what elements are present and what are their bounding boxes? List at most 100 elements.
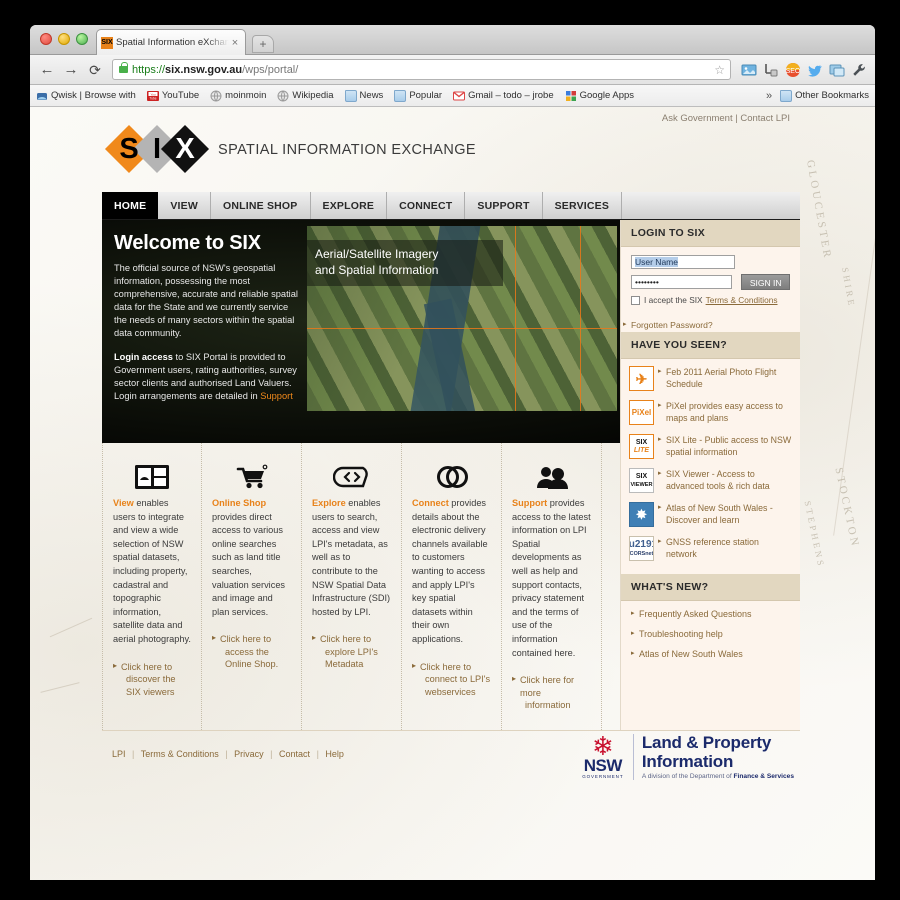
- footer-link-contact[interactable]: Contact: [279, 749, 310, 759]
- globe-icon: [277, 90, 289, 102]
- sign-in-button[interactable]: SIGN IN: [741, 274, 790, 290]
- feature-keyword[interactable]: Explore: [312, 498, 346, 508]
- list-item[interactable]: \u2191 CORSnet GNSS reference station ne…: [629, 536, 792, 561]
- feature-keyword[interactable]: Online Shop: [212, 498, 266, 508]
- close-tab-icon[interactable]: ×: [229, 37, 241, 49]
- feature-cta-link[interactable]: Click here to connect to LPI's webservic…: [412, 660, 491, 699]
- hero-caption-line-1: Aerial/Satellite Imagery: [315, 247, 439, 261]
- maximize-window-button[interactable]: [76, 33, 88, 45]
- list-item[interactable]: ✈ Feb 2011 Aerial Photo Flight Schedule: [629, 366, 792, 391]
- feature-cta-line1: Click here to: [320, 634, 372, 645]
- accept-terms-checkbox[interactable]: [631, 295, 640, 305]
- url-scheme: https://: [132, 63, 166, 76]
- feature-keyword[interactable]: Connect: [412, 498, 449, 508]
- footer-link-lpi[interactable]: LPI: [112, 749, 126, 759]
- feature-connect: Connect provides details about the elect…: [402, 443, 502, 730]
- svg-text:SEO: SEO: [786, 68, 801, 75]
- ruler-icon[interactable]: [761, 60, 781, 80]
- footer-link-help[interactable]: Help: [325, 749, 344, 759]
- new-tab-button[interactable]: +: [252, 35, 274, 53]
- footer-link-terms[interactable]: Terms & Conditions: [141, 749, 219, 759]
- support-link[interactable]: Support: [260, 391, 293, 401]
- feature-cta-link[interactable]: Click here for more information: [512, 673, 591, 712]
- bookmark-item[interactable]: Qwisk | Browse with: [36, 90, 136, 102]
- ask-government-link[interactable]: Ask Government: [662, 113, 733, 124]
- page-viewport: GLOUCESTER SHIRE STEPHENS STOCKTON S I X: [30, 107, 875, 880]
- image-icon[interactable]: [739, 60, 759, 80]
- feature-cta-line2: explore LPI's Metadata: [325, 646, 378, 670]
- bookmark-item[interactable]: Google Apps: [565, 90, 634, 102]
- pixel-logo-text: PiXel: [631, 408, 652, 417]
- nav-tab-explore[interactable]: EXPLORE: [311, 192, 388, 219]
- bookmark-star-icon[interactable]: ☆: [714, 63, 725, 77]
- feature-cta-link[interactable]: Click here to discover the SIX viewers: [113, 660, 191, 699]
- username-input[interactable]: User Name: [631, 255, 735, 269]
- feature-cta-line2: information: [525, 700, 571, 711]
- feature-view: View enables users to integrate and view…: [102, 443, 202, 730]
- feature-text: Support provides access to the latest in…: [512, 497, 591, 660]
- bookmarks-overflow-icon[interactable]: »: [766, 90, 772, 102]
- twitter-icon[interactable]: [805, 60, 825, 80]
- compass-glyph: ✸: [636, 506, 647, 522]
- hero-title: Welcome to SIX: [114, 232, 261, 254]
- screenshot-icon[interactable]: [827, 60, 847, 80]
- code-brackets-icon: [312, 457, 391, 497]
- feature-cta-link[interactable]: Click here to explore LPI's Metadata: [312, 632, 391, 671]
- nav-tab-connect[interactable]: CONNECT: [387, 192, 466, 219]
- footer-link-privacy[interactable]: Privacy: [234, 749, 264, 759]
- hero-text-block: Welcome to SIX The official source of NS…: [114, 232, 302, 403]
- google-apps-icon: [565, 90, 577, 102]
- contact-lpi-link[interactable]: Contact LPI: [740, 113, 790, 124]
- bookmarks-bar: Qwisk | Browse with You Tube YouTube moin…: [30, 85, 875, 107]
- map-label: SHIRE: [840, 266, 857, 309]
- forgotten-password-link[interactable]: Forgotten Password?: [621, 313, 800, 332]
- whats-new-item[interactable]: Atlas of New South Wales: [631, 649, 790, 659]
- bookmark-item[interactable]: moinmoin: [210, 90, 266, 102]
- feature-keyword[interactable]: Support: [512, 498, 547, 508]
- nav-tab-online-shop[interactable]: ONLINE SHOP: [211, 192, 311, 219]
- forward-icon[interactable]: →: [60, 59, 82, 81]
- minimize-window-button[interactable]: [58, 33, 70, 45]
- feature-text: View enables users to integrate and view…: [113, 497, 191, 647]
- terms-and-conditions-link[interactable]: Terms & Conditions: [706, 295, 778, 305]
- qwisk-icon: [36, 90, 48, 102]
- list-item[interactable]: ✸ Atlas of New South Wales - Discover an…: [629, 502, 792, 527]
- wrench-icon[interactable]: [849, 60, 869, 80]
- feature-keyword[interactable]: View: [113, 498, 134, 508]
- feature-cta-line1: Click here to: [220, 634, 272, 645]
- back-icon[interactable]: ←: [36, 59, 58, 81]
- other-bookmarks-folder[interactable]: Other Bookmarks: [780, 89, 869, 102]
- footer-separator: |: [225, 749, 228, 759]
- nav-tab-home[interactable]: HOME: [102, 192, 159, 219]
- footer-separator: |: [270, 749, 273, 759]
- nav-tab-support[interactable]: SUPPORT: [465, 192, 543, 219]
- hero-aerial-image[interactable]: Aerial/Satellite Imagery and Spatial Inf…: [307, 226, 617, 411]
- browser-tab[interactable]: SIX Spatial Information eXchange ×: [96, 29, 246, 55]
- bookmark-folder-popular[interactable]: Popular: [394, 89, 442, 102]
- bookmark-item[interactable]: Gmail – todo – jrobe: [453, 90, 554, 102]
- bookmark-label: News: [359, 90, 384, 101]
- bookmark-folder-news[interactable]: News: [344, 89, 384, 102]
- list-item[interactable]: PiXel PiXel provides easy access to maps…: [629, 400, 792, 425]
- feature-cta-line2: discover the SIX viewers: [126, 674, 176, 697]
- list-item[interactable]: SIX LITE SIX Lite - Public access to NSW…: [629, 434, 792, 459]
- bookmark-item[interactable]: Wikipedia: [277, 90, 334, 102]
- map-label: STEPHENS: [802, 499, 827, 570]
- folder-icon: [394, 89, 407, 102]
- lpi-division-prefix: A division of the Department of: [641, 773, 734, 780]
- lpi-line-1: Land & Property: [641, 733, 772, 752]
- site-logo[interactable]: S I X SPATIAL INFORMATION EXCHANGE: [104, 124, 476, 174]
- nav-tab-view[interactable]: VIEW: [158, 192, 211, 219]
- nav-tab-services[interactable]: SERVICES: [543, 192, 623, 219]
- seo-icon[interactable]: SEO: [783, 60, 803, 80]
- bookmark-item[interactable]: You Tube YouTube: [146, 90, 199, 102]
- address-bar[interactable]: https:// six.nsw.gov.au /wps/portal/ ☆: [112, 59, 731, 80]
- list-item-label: GNSS reference station network: [658, 536, 792, 561]
- whats-new-item[interactable]: Frequently Asked Questions: [631, 609, 790, 619]
- password-input[interactable]: ••••••••: [631, 275, 733, 289]
- feature-cta-link[interactable]: Click here to access the Online Shop.: [212, 632, 291, 671]
- close-window-button[interactable]: [40, 33, 52, 45]
- reload-icon[interactable]: ⟳: [84, 59, 106, 81]
- list-item[interactable]: SIX VIEWER SIX Viewer - Access to advanc…: [629, 468, 792, 493]
- whats-new-item[interactable]: Troubleshooting help: [631, 629, 790, 639]
